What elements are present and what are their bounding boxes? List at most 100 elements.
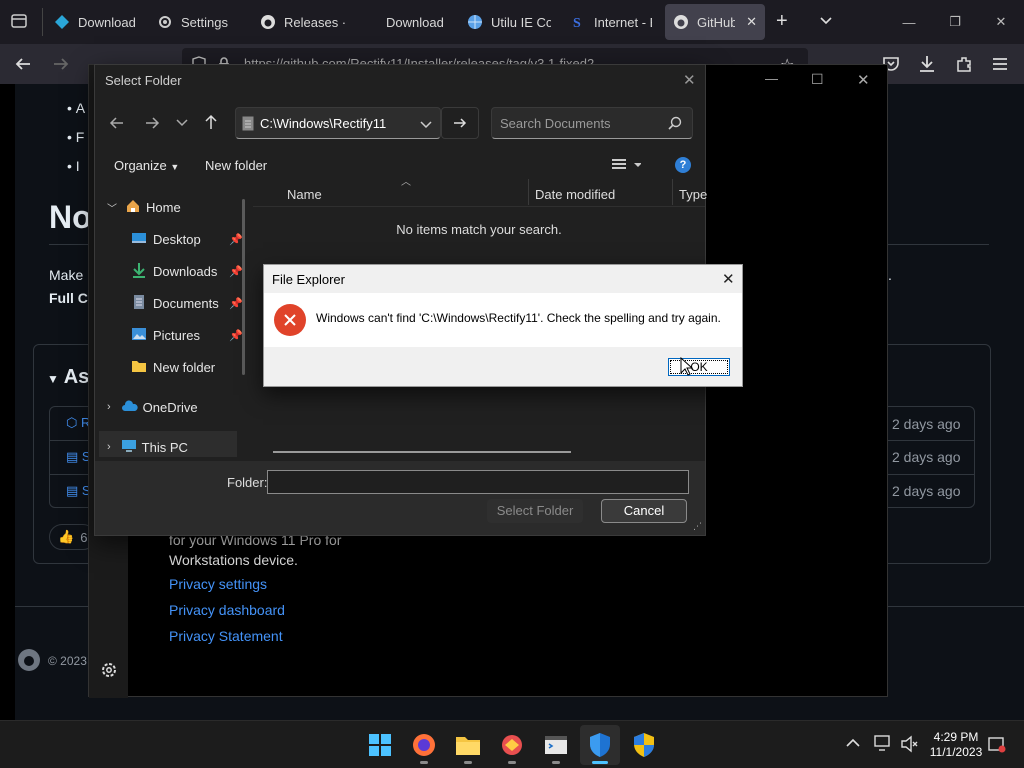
resize-grip-icon[interactable]: ⋰ [693, 521, 702, 532]
error-dialog: File Explorer ✕ Windows can't find 'C:\W… [263, 264, 743, 387]
column-name[interactable]: Name [287, 187, 322, 202]
column-date-modified[interactable]: Date modified [535, 187, 615, 202]
view-options-icon[interactable] [611, 157, 642, 176]
sidebar-item-pictures[interactable]: Pictures 📌 [99, 319, 249, 351]
back-arrow-icon[interactable] [109, 115, 125, 134]
sidebar-item-new-folder[interactable]: New folder [99, 351, 249, 383]
cloud-icon [121, 399, 139, 416]
empty-message: No items match your search. [396, 222, 562, 237]
firefox-icon[interactable] [404, 725, 444, 765]
notification-icon[interactable] [988, 736, 1006, 757]
clock-time: 4:29 PM [933, 730, 979, 744]
sidebar-item-onedrive[interactable]: › OneDrive [99, 391, 249, 423]
folder-input[interactable] [267, 470, 689, 494]
privacy-statement-link[interactable]: Privacy Statement [169, 628, 283, 644]
horizontal-scrollbar[interactable] [273, 451, 571, 453]
privacy-settings-link[interactable]: Privacy settings [169, 576, 267, 592]
browser-tab-bar: Download Settings Releases · a Download … [0, 0, 1024, 44]
tab-label: Download [78, 14, 136, 30]
extensions-icon[interactable] [955, 55, 973, 76]
globe-icon [467, 14, 483, 30]
error-icon [274, 304, 306, 336]
shield-uac-icon[interactable] [624, 725, 664, 765]
help-icon[interactable]: ? [675, 157, 691, 173]
dialog-footer: Folder: Select Folder Cancel ⋰ [95, 461, 705, 535]
minimize-button[interactable]: — [765, 71, 778, 86]
github-logo-icon[interactable] [17, 648, 41, 675]
copyright-text: © 2023 [48, 654, 87, 668]
address-dropdown-chevron-icon[interactable] [420, 118, 432, 133]
clock[interactable]: 4:29 PM 11/1/2023 [928, 730, 984, 760]
error-dialog-close-button[interactable]: ✕ [722, 270, 735, 288]
asset-row[interactable]: ▤ S [66, 483, 91, 499]
s-logo-icon: S [570, 14, 586, 30]
terminal-icon[interactable] [536, 725, 576, 765]
dialog-close-button[interactable]: ✕ [683, 71, 696, 89]
list-tabs-chevron-icon[interactable] [818, 12, 834, 31]
asset-time: 2 days ago [892, 416, 961, 432]
cancel-button[interactable]: Cancel [601, 499, 687, 523]
defender-icon[interactable] [580, 725, 620, 765]
start-icon[interactable] [360, 725, 400, 765]
search-input[interactable]: Search Documents [491, 107, 693, 139]
up-arrow-icon[interactable] [203, 114, 219, 133]
downloads-icon[interactable] [918, 54, 936, 77]
new-folder-button[interactable]: New folder [205, 158, 267, 173]
forward-arrow-icon[interactable] [144, 115, 160, 134]
file-explorer-icon[interactable] [448, 725, 488, 765]
sidebar-item-documents[interactable]: Documents 📌 [99, 287, 249, 319]
maximize-button[interactable]: ☐ [811, 71, 824, 88]
taskbar: 4:29 PM 11/1/2023 [0, 720, 1024, 768]
tab-github-active[interactable]: GitHub ✕ [665, 4, 765, 40]
tab-download-1[interactable]: Download [54, 4, 146, 40]
app-icon[interactable] [492, 725, 532, 765]
volume-muted-icon[interactable] [900, 735, 918, 756]
asset-row[interactable]: ▤ S [66, 449, 91, 465]
body-text-bold: Full C [49, 290, 88, 306]
tab-releases[interactable]: Releases · a [260, 4, 346, 40]
sidebar-item-downloads[interactable]: Downloads 📌 [99, 255, 249, 287]
error-dialog-title: File Explorer [272, 272, 345, 287]
select-folder-button[interactable]: Select Folder [487, 499, 583, 523]
network-icon[interactable] [874, 735, 894, 756]
tab-settings[interactable]: Settings [157, 4, 247, 40]
sidebar-scrollbar[interactable] [242, 199, 245, 375]
tab-label: Releases · a [284, 14, 346, 30]
close-button[interactable]: ✕ [857, 71, 870, 89]
go-arrow-icon [454, 118, 467, 128]
sidebar-item-this-pc[interactable]: › This PC [99, 431, 237, 457]
expand-chevron-icon[interactable]: › [107, 441, 111, 453]
bullet-a: • A [67, 100, 86, 116]
tab-internet[interactable]: S Internet - E [570, 4, 652, 40]
column-type[interactable]: Type [679, 187, 707, 202]
minimize-button[interactable]: — [886, 0, 932, 44]
sidebar-item-home[interactable]: ﹀ Home [99, 191, 249, 223]
sidebar-item-desktop[interactable]: Desktop 📌 [99, 223, 249, 255]
tab-overview-icon[interactable] [10, 12, 28, 33]
tab-utilu[interactable]: Utilu IE Col [467, 4, 551, 40]
settings-gear-icon[interactable] [100, 661, 118, 682]
ok-button[interactable]: OK [668, 358, 730, 376]
show-hidden-icons-chevron-icon[interactable] [846, 737, 860, 752]
address-bar[interactable]: C:\Windows\Rectify11 [235, 107, 441, 139]
restore-button[interactable]: ❐ [932, 0, 978, 44]
tab-download-2[interactable]: Download [386, 4, 446, 40]
organize-menu[interactable]: Organize ▼ [114, 158, 179, 173]
column-header-row: Name ︿ Date modified Type [253, 177, 707, 207]
menu-icon[interactable] [991, 56, 1009, 75]
expand-chevron-icon[interactable]: ﹀ [107, 200, 117, 215]
close-tab-icon[interactable]: ✕ [746, 14, 757, 30]
tab-label: Internet - E [594, 14, 652, 30]
close-window-button[interactable]: ✕ [978, 0, 1024, 44]
privacy-dashboard-link[interactable]: Privacy dashboard [169, 602, 285, 618]
back-arrow-icon[interactable] [14, 55, 32, 76]
sort-chevron-icon: ︿ [401, 177, 411, 188]
new-tab-button[interactable]: + [776, 11, 788, 31]
recent-locations-chevron-icon[interactable] [175, 117, 189, 132]
go-button[interactable] [441, 107, 479, 139]
assets-heading[interactable]: ▼ As [47, 366, 89, 389]
folder-label: Folder: [227, 475, 268, 490]
forward-arrow-icon[interactable] [52, 55, 70, 76]
asset-row[interactable]: ⬡ R [66, 415, 90, 431]
expand-chevron-icon[interactable]: › [107, 401, 111, 413]
